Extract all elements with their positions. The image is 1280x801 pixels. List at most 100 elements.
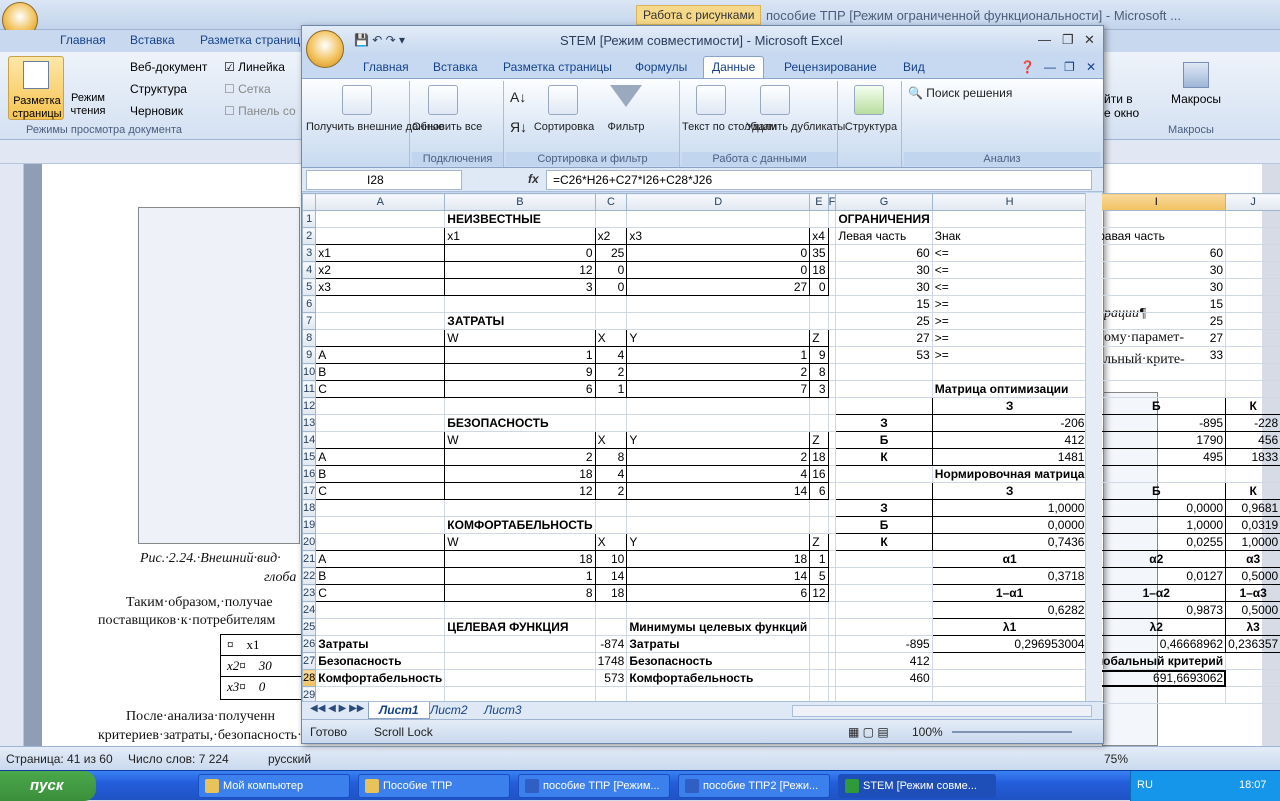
cell-A22[interactable]: B [316,568,445,585]
cell-E7[interactable] [810,313,828,330]
cell-A26[interactable]: Затраты [316,636,445,653]
sheet-tab-3[interactable]: Лист3 [474,702,532,719]
task-word-tpr[interactable]: пособие ТПР [Режим... [518,774,670,798]
cell-H16[interactable]: Нормировочная матрица [932,466,1087,483]
cell-D26[interactable]: Затраты [627,636,810,653]
row-header[interactable]: 8 [303,330,316,347]
cell-C3[interactable]: 25 [595,245,627,262]
name-box[interactable]: I28 [306,170,462,190]
cell-G20[interactable]: К [836,534,932,551]
cell-G21[interactable] [836,551,932,568]
tab-view[interactable]: Вид [903,60,925,74]
cell-B16[interactable]: 18 [445,466,595,483]
cell-I8[interactable]: 27 [1087,330,1226,347]
cell-E13[interactable] [810,415,828,432]
cell-D4[interactable]: 0 [627,262,810,279]
column-header[interactable]: D [627,194,810,211]
cell-G9[interactable]: 53 [836,347,932,364]
cell-D20[interactable]: Y [627,534,810,551]
cell-C7[interactable] [595,313,627,330]
word-ruler-checkbox[interactable]: ☑ Линейка [224,60,285,74]
cell-I28[interactable]: 691,6693062 [1087,670,1226,687]
row-header[interactable]: 12 [303,398,316,415]
refresh-all-button[interactable]: Обновить все [412,121,478,134]
cell-D8[interactable]: Y [627,330,810,347]
cell-I10[interactable] [1087,364,1226,381]
cell-C12[interactable] [595,398,627,415]
formula-input[interactable]: =C26*H26+C27*I26+C28*J26 [546,170,1092,190]
cell-J20[interactable]: 1,0000 [1226,534,1280,551]
ribbon-minimize-icon[interactable]: — [1044,60,1056,74]
word-panel-checkbox[interactable]: ☐ Панель со [224,104,296,118]
cell-I29[interactable] [1087,687,1226,704]
cell-H3[interactable]: <= [932,245,1087,262]
cell-F4[interactable] [828,262,836,279]
cell-H10[interactable] [932,364,1087,381]
word-tab-layout[interactable]: Разметка страниц [200,33,300,47]
cell-D6[interactable] [627,296,810,313]
cell-E22[interactable]: 5 [810,568,828,585]
cell-I18[interactable]: 0,0000 [1087,500,1226,517]
cell-F14[interactable] [828,432,836,449]
column-header[interactable]: G [836,194,932,211]
word-context-tab[interactable]: Работа с рисунками [636,5,761,25]
cell-G24[interactable] [836,602,932,619]
cell-J23[interactable]: 1–α3 [1226,585,1280,602]
cell-A10[interactable]: B [316,364,445,381]
cell-E5[interactable]: 0 [810,279,828,296]
cell-C4[interactable]: 0 [595,262,627,279]
cell-F15[interactable] [828,449,836,466]
row-header[interactable]: 18 [303,500,316,517]
word-tab-insert[interactable]: Вставка [130,33,175,47]
cell-D22[interactable]: 14 [627,568,810,585]
ribbon-close-icon[interactable]: ✕ [1086,60,1096,74]
cell-H20[interactable]: 0,7436 [932,534,1087,551]
cell-J7[interactable] [1226,313,1280,330]
cell-C8[interactable]: X [595,330,627,347]
cell-E8[interactable]: Z [810,330,828,347]
cell-G1[interactable]: ОГРАНИЧЕНИЯ [836,211,932,228]
cell-F7[interactable] [828,313,836,330]
cell-E25[interactable] [810,619,828,636]
cell-H21[interactable]: α1 [932,551,1087,568]
row-header[interactable]: 15 [303,449,316,466]
cell-J21[interactable]: α3 [1226,551,1280,568]
cell-F27[interactable] [828,653,836,670]
cell-A25[interactable] [316,619,445,636]
cell-C19[interactable] [595,517,627,534]
cell-G27[interactable]: 412 [836,653,932,670]
language-indicator[interactable]: RU [1137,779,1153,791]
cell-D5[interactable]: 27 [627,279,810,296]
cell-E2[interactable]: x4 [810,228,828,245]
cell-G11[interactable] [836,381,932,398]
cell-D28[interactable]: Комфортабельность [627,670,810,687]
column-header[interactable]: E [810,194,828,211]
cell-J4[interactable] [1226,262,1280,279]
cell-B4[interactable]: 12 [445,262,595,279]
cell-D21[interactable]: 18 [627,551,810,568]
column-header[interactable]: F [828,194,836,211]
row-header[interactable]: 28 [303,670,316,687]
cell-G23[interactable] [836,585,932,602]
word-draft-view[interactable]: Черновик [130,104,183,118]
cell-B10[interactable]: 9 [445,364,595,381]
cell-E6[interactable] [810,296,828,313]
cell-C18[interactable] [595,500,627,517]
spreadsheet-table[interactable]: ABCDEFGHIJ 1НЕИЗВЕСТНЫЕОГРАНИЧЕНИЯ2x1x2x… [302,193,1280,704]
cell-G14[interactable]: Б [836,432,932,449]
cell-A24[interactable] [316,602,445,619]
cell-D27[interactable]: Безопасность [627,653,810,670]
cell-I5[interactable]: 30 [1087,279,1226,296]
cell-A16[interactable]: B [316,466,445,483]
cell-G26[interactable]: -895 [836,636,932,653]
cell-B2[interactable]: x1 [445,228,595,245]
cell-C16[interactable]: 4 [595,466,627,483]
tab-page-layout[interactable]: Разметка страницы [503,60,612,74]
row-header[interactable]: 25 [303,619,316,636]
cell-B8[interactable]: W [445,330,595,347]
cell-E18[interactable] [810,500,828,517]
cell-C15[interactable]: 8 [595,449,627,466]
cell-J19[interactable]: 0,0319 [1226,517,1280,534]
cell-D2[interactable]: x3 [627,228,810,245]
cell-A4[interactable]: x2 [316,262,445,279]
